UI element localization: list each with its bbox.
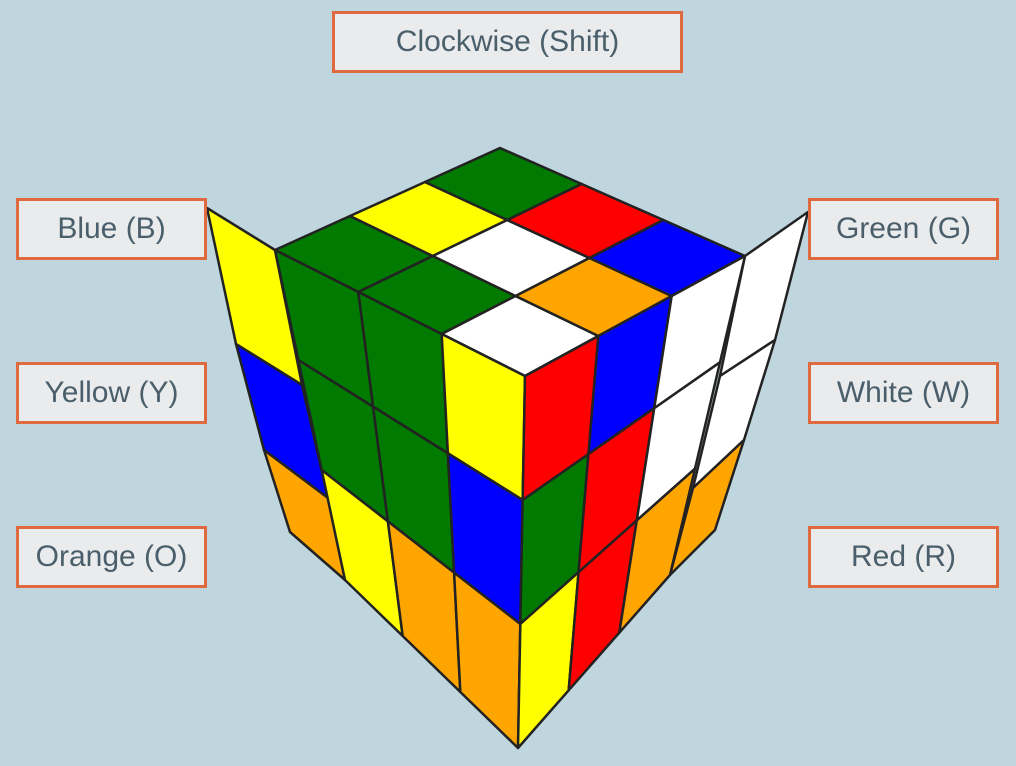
orange-face-button[interactable]: Orange (O) [16, 526, 207, 588]
clockwise-button[interactable]: Clockwise (Shift) [332, 11, 683, 73]
yellow-face-button[interactable]: Yellow (Y) [16, 362, 207, 424]
green-face-button[interactable]: Green (G) [808, 198, 999, 260]
white-face-button[interactable]: White (W) [808, 362, 999, 424]
blue-face-button[interactable]: Blue (B) [16, 198, 207, 260]
red-face-button[interactable]: Red (R) [808, 526, 999, 588]
